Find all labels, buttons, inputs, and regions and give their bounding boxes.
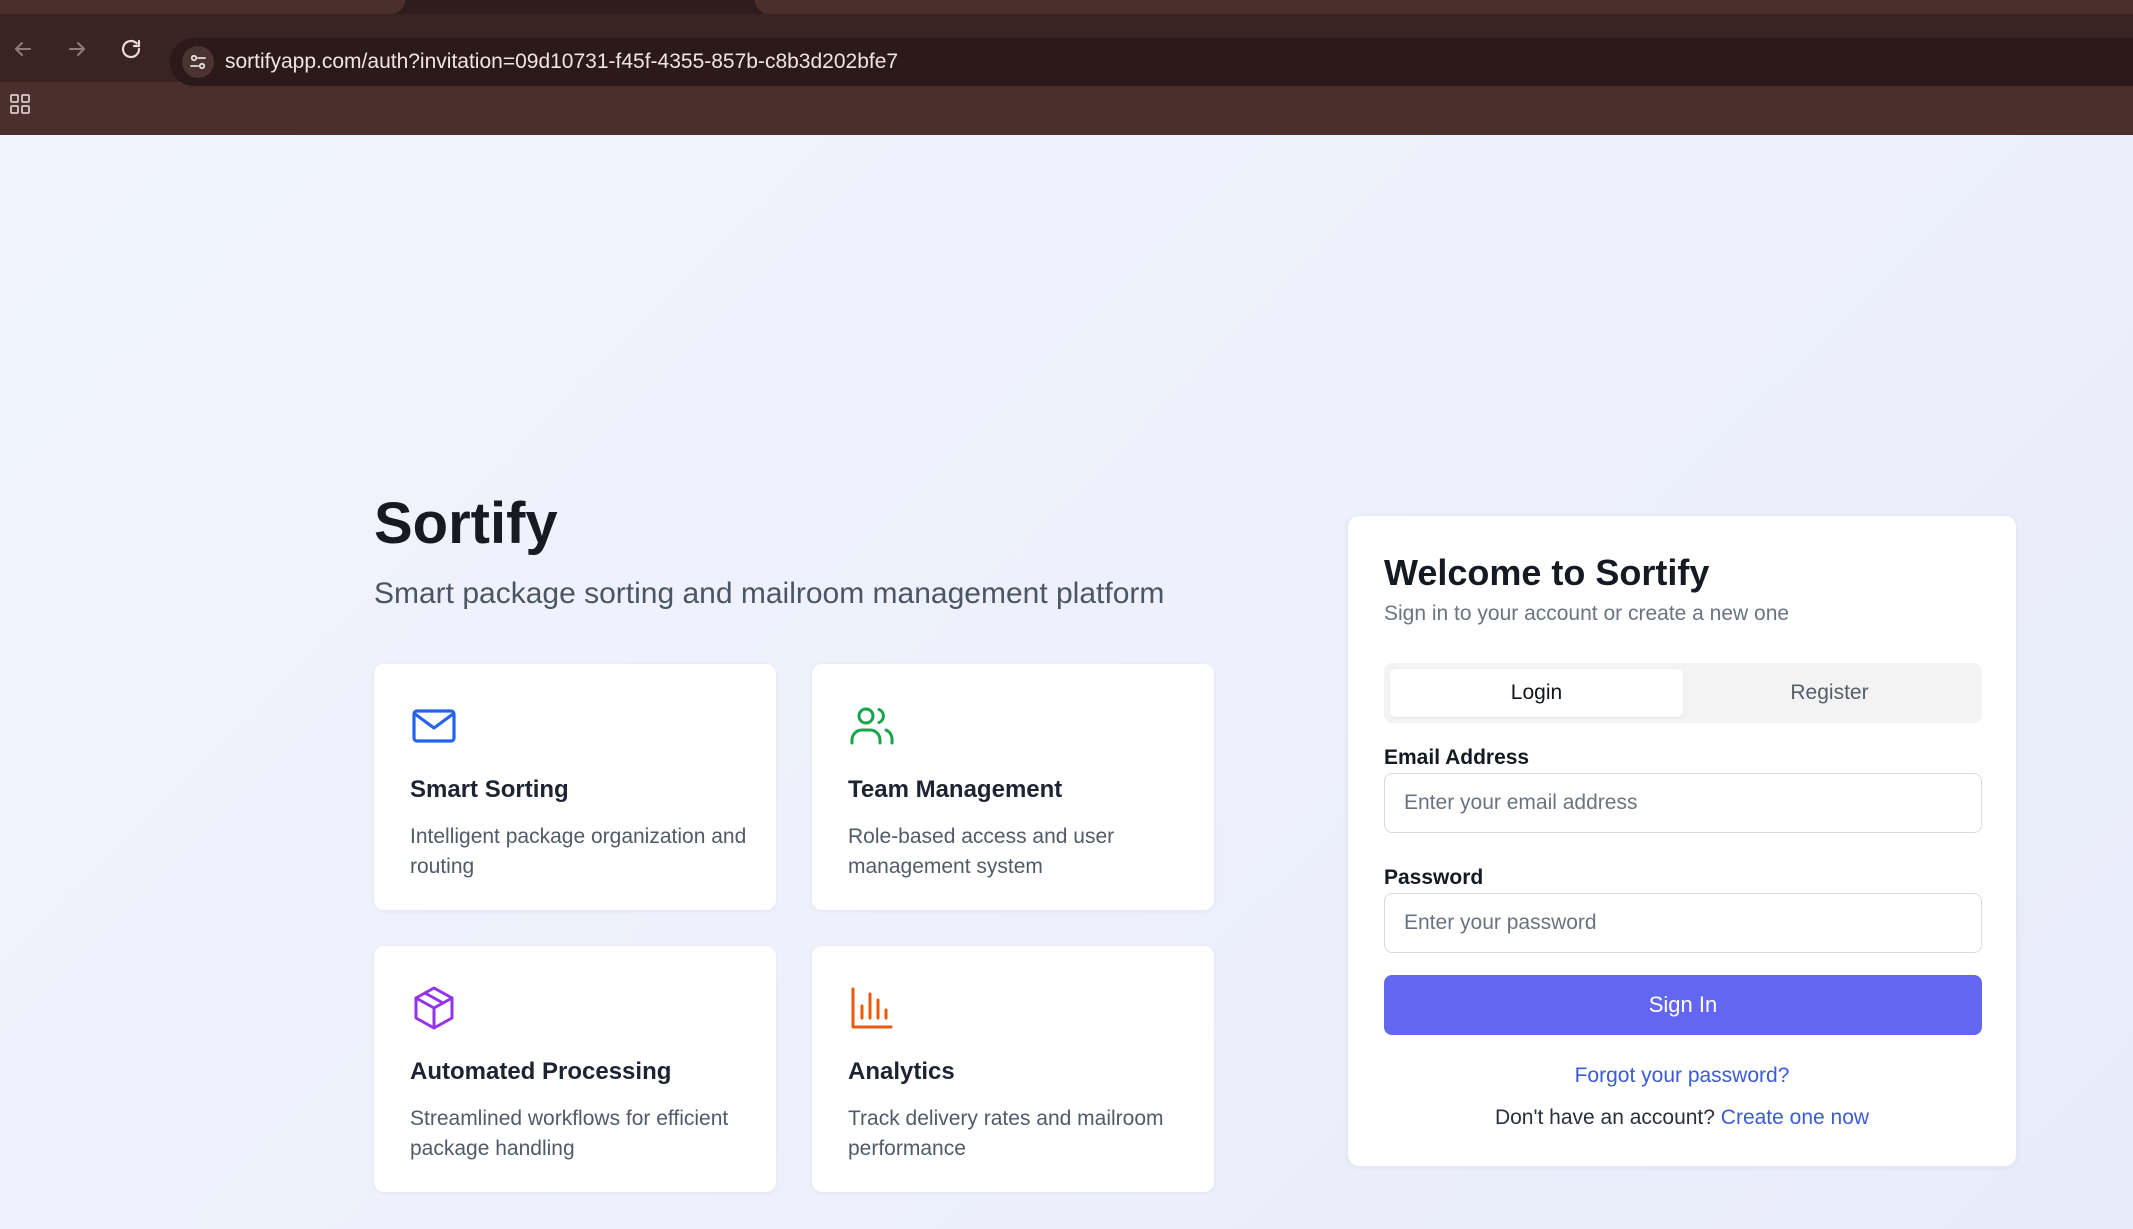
forward-button[interactable] [59,31,95,67]
auth-subtitle: Sign in to your account or create a new … [1384,602,1790,625]
tab-login[interactable]: Login [1390,669,1683,717]
apps-grid-icon [10,94,30,114]
password-field[interactable] [1384,893,1982,953]
email-field[interactable] [1384,773,1982,833]
feature-description: Role-based access and user management sy… [848,825,1115,878]
feature-description: Intelligent package organization and rou… [410,825,747,878]
browser-tab-other[interactable] [755,0,2133,14]
sign-in-button[interactable]: Sign In [1384,975,1982,1035]
mail-icon [412,709,456,743]
site-settings-button[interactable] [182,46,214,78]
page-title: Sortify [374,491,558,556]
bar-chart-icon [851,987,893,1029]
feature-title: Analytics [848,1058,955,1085]
reload-icon [121,39,141,59]
address-bar[interactable]: sortifyapp.com/auth?invitation=09d10731-… [170,38,2133,86]
feature-card-team-management: Team Management Role-based access and us… [812,664,1214,910]
tab-strip [0,0,2133,14]
no-account-prompt: Don't have an account? Create one now [1348,1106,2016,1130]
forgot-password-link[interactable]: Forgot your password? [1348,1064,2016,1088]
email-label: Email Address [1384,746,1530,769]
navigation-bar: sortifyapp.com/auth?invitation=09d10731-… [0,14,2133,86]
feature-title: Smart Sorting [410,776,569,803]
browser-tab-active[interactable] [0,0,405,14]
bookmarks-bar [0,82,2133,135]
page-subtitle: Smart package sorting and mailroom manag… [374,577,1165,610]
url-text[interactable]: sortifyapp.com/auth?invitation=09d10731-… [225,50,898,74]
auth-card: Welcome to Sortify Sign in to your accou… [1347,515,2017,1167]
package-icon [414,986,454,1030]
no-account-text: Don't have an account? [1494,1106,1715,1129]
auth-title: Welcome to Sortify [1384,552,1710,593]
feature-description: Track delivery rates and mailroom perfor… [848,1107,1164,1160]
password-label: Password [1384,866,1484,889]
back-arrow-icon [15,42,31,56]
feature-card-smart-sorting: Smart Sorting Intelligent package organi… [374,664,776,910]
page-content: Sortify Smart package sorting and mailro… [0,135,2133,1229]
apps-button[interactable] [8,92,32,116]
feature-card-analytics: Analytics Track delivery rates and mailr… [812,946,1214,1192]
create-account-link[interactable]: Create one now [1721,1106,1869,1129]
site-settings-icon [190,54,206,70]
users-icon [850,707,894,745]
feature-title: Automated Processing [410,1058,672,1085]
feature-card-automated-processing: Automated Processing Streamlined workflo… [374,946,776,1192]
forward-arrow-icon [69,42,85,56]
feature-description: Streamlined workflows for efficient pack… [410,1107,729,1160]
browser-chrome: sortifyapp.com/auth?invitation=09d10731-… [0,0,2133,135]
feature-title: Team Management [848,776,1063,803]
auth-tabs: Login Register [1384,663,1982,723]
reload-button[interactable] [113,31,149,67]
back-button[interactable] [5,31,41,67]
tab-register[interactable]: Register [1683,669,1976,717]
